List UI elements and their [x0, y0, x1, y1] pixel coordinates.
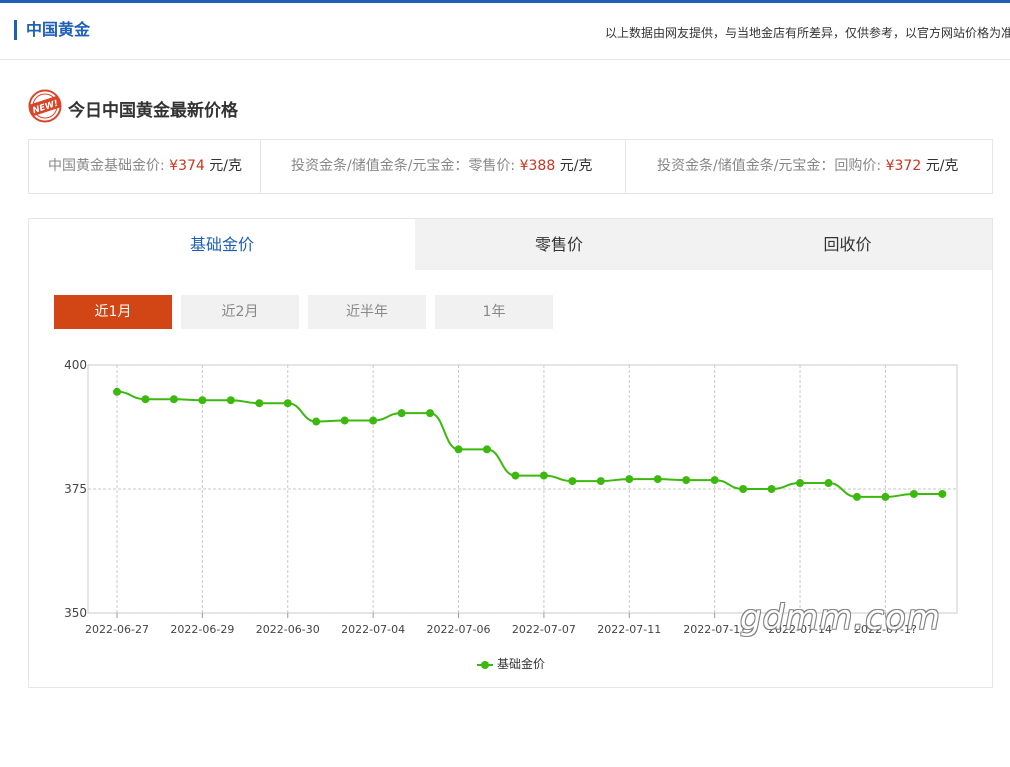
data-point [938, 489, 947, 498]
buyback-price-unit: 元/克 [925, 158, 959, 174]
header: 中国黄金 以上数据由网友提供，与当地金店有所差异，仅供参考，以官方网站价格为准 [0, 3, 1010, 60]
buyback-price-label: 投资金条/储值金条/元宝金：回购价: [657, 158, 882, 174]
new-badge-icon: NEW! [28, 89, 62, 123]
legend-label: 基础金价 [497, 657, 546, 671]
range-half-year-button[interactable]: 近半年 [308, 295, 426, 329]
buyback-price-cell: 投资金条/储值金条/元宝金：回购价: ¥372 元/克 [657, 140, 958, 193]
series-line [116, 390, 943, 498]
data-point [653, 475, 662, 484]
data-point [169, 395, 178, 404]
data-point [852, 492, 861, 501]
data-point [682, 476, 691, 485]
y-tick-label: 400 [64, 358, 87, 372]
divider [260, 140, 261, 193]
data-point [255, 399, 264, 408]
x-tick-label: 2022-06-29 [170, 623, 234, 636]
data-point [113, 387, 121, 396]
watermark: gdmm.com [740, 598, 941, 638]
data-point [767, 485, 776, 493]
x-tick-label: 2022-07-04 [341, 623, 405, 636]
section-title: 今日中国黄金最新价格 [68, 101, 238, 121]
tab-base-price[interactable]: 基础金价 [29, 219, 415, 270]
legend-marker-icon [477, 660, 493, 670]
data-point [397, 409, 406, 418]
data-point [312, 417, 321, 426]
y-tick-label: 350 [64, 606, 87, 620]
price-line-chart: 350 375 400 2022-06-27 2022-06-29 2022-06-30 2… [64, 358, 958, 636]
data-point [226, 396, 235, 405]
x-tick-label: 2022-06-30 [256, 623, 320, 636]
price-type-tabs: 基础金价 零售价 回收价 [29, 219, 992, 270]
base-price-cell: 中国黄金基础金价: ¥374 元/克 [48, 140, 242, 193]
data-point [482, 445, 491, 454]
retail-price-value: ¥388 [519, 158, 556, 174]
divider [625, 140, 626, 193]
data-point [369, 416, 378, 425]
data-point [625, 475, 634, 484]
chart-legend[interactable]: 基础金价 [477, 655, 545, 672]
price-summary-bar: 中国黄金基础金价: ¥374 元/克 投资金条/储值金条/元宝金：零售价: ¥3… [28, 139, 993, 194]
retail-price-label: 投资金条/储值金条/元宝金：零售价: [291, 158, 516, 174]
data-point [796, 479, 805, 488]
x-tick-label: 2022-07-07 [512, 623, 576, 636]
disclaimer-text: 以上数据由网友提供，与当地金店有所差异，仅供参考，以官方网站价格为准 [605, 26, 1010, 40]
data-point [426, 409, 435, 418]
y-tick-label: 375 [64, 482, 87, 496]
data-point [283, 399, 292, 408]
range-1-year-button[interactable]: 1年 [435, 295, 553, 329]
range-1-month-button[interactable]: 近1月 [54, 295, 172, 329]
data-point [909, 489, 918, 498]
base-price-unit: 元/克 [209, 158, 242, 174]
data-point [539, 471, 548, 480]
tab-buyback-price[interactable]: 回收价 [703, 219, 992, 270]
buyback-price-value: ¥372 [885, 158, 922, 174]
retail-price-unit: 元/克 [559, 158, 593, 174]
data-point [710, 476, 719, 485]
data-point [511, 471, 520, 480]
data-point [596, 477, 605, 486]
brand-title[interactable]: 中国黄金 [14, 20, 90, 40]
retail-price-cell: 投资金条/储值金条/元宝金：零售价: ¥388 元/克 [291, 140, 592, 193]
base-price-value: ¥374 [169, 158, 205, 174]
data-point [568, 477, 577, 486]
range-2-months-button[interactable]: 近2月 [181, 295, 299, 329]
data-point [824, 479, 833, 488]
x-tick-label: 2022-06-27 [85, 623, 149, 636]
data-point [739, 485, 748, 493]
x-tick-label: 2022-07-06 [427, 623, 491, 636]
data-point [454, 445, 463, 454]
data-point [340, 416, 349, 425]
x-tick-label: 2022-07-11 [597, 623, 661, 636]
base-price-label: 中国黄金基础金价: [48, 158, 165, 174]
data-point [198, 396, 207, 405]
data-point [881, 492, 890, 501]
data-point [141, 395, 150, 404]
x-tick-label: 2022-07-1? [683, 623, 746, 636]
tab-retail-price[interactable]: 零售价 [415, 219, 703, 270]
